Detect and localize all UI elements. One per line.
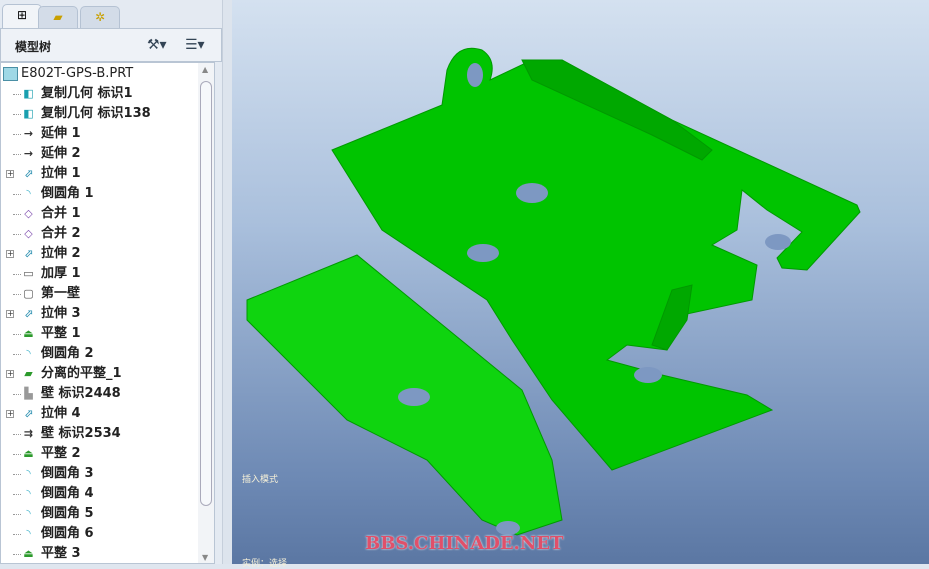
round-icon: ◝ — [26, 467, 31, 480]
round-icon: ◝ — [26, 507, 31, 520]
tab-folder-browser[interactable]: ▰ — [38, 6, 78, 28]
tree-root-label: E802T-GPS-B.PRT — [21, 66, 134, 81]
part-icon — [3, 67, 18, 81]
tree-item-label: 倒圆角 6 — [41, 526, 94, 541]
first-wall-icon: ▢ — [23, 287, 34, 300]
tree-connector — [13, 474, 21, 475]
tree-scrollbar[interactable]: ▲ ▼ — [198, 63, 214, 563]
expand-icon[interactable]: + — [6, 410, 14, 418]
scroll-down-icon[interactable]: ▼ — [202, 553, 208, 562]
merge-icon: ◇ — [24, 227, 33, 240]
extrude-icon: ⬀ — [23, 167, 34, 180]
watermark: BBS.CHINADE.NET — [365, 533, 564, 554]
extend-icon: → — [23, 127, 34, 140]
extrude-icon: ⬀ — [23, 407, 34, 420]
wall-flange-icon: ⇉ — [23, 427, 34, 440]
tree-item-label: 拉伸 2 — [41, 246, 81, 261]
tree-item-label: 倒圆角 5 — [41, 506, 94, 521]
tree-item-label: 延伸 2 — [41, 146, 81, 161]
expand-icon[interactable]: + — [6, 370, 14, 378]
scroll-thumb[interactable] — [200, 81, 212, 506]
scroll-up-icon[interactable]: ▲ — [202, 65, 208, 74]
folders-icon: ▰ — [53, 10, 63, 24]
expand-icon[interactable]: + — [6, 250, 14, 258]
tree-item-label: 延伸 1 — [41, 126, 81, 141]
tree-connector — [13, 354, 21, 355]
tree-item-label: 拉伸 3 — [41, 306, 81, 321]
tree-connector — [13, 134, 21, 135]
tree-item-label: 合并 2 — [41, 226, 81, 241]
tree-item-label: 拉伸 4 — [41, 406, 81, 421]
expand-icon[interactable]: + — [6, 310, 14, 318]
tree-item-label: 倒圆角 4 — [41, 486, 94, 501]
merge-icon: ◇ — [24, 207, 33, 220]
thicken-icon: ▭ — [23, 267, 34, 280]
tree-connector — [13, 234, 21, 235]
flat-icon: ⏏ — [23, 547, 34, 560]
tree-item-label: 复制几何 标识138 — [41, 106, 151, 121]
favorites-folder-icon: ✲ — [94, 10, 106, 24]
round-icon: ◝ — [26, 487, 31, 500]
tree-connector — [13, 274, 21, 275]
graphics-viewport[interactable]: 插入模式 实例：选择 BBS.CHINADE.NET — [232, 0, 929, 569]
round-icon: ◝ — [26, 527, 31, 540]
tree-connector — [13, 394, 21, 395]
extrude-icon: ⬀ — [23, 307, 34, 320]
tree-item-label: 加厚 1 — [41, 266, 81, 281]
tree-item-label: 分离的平整_1 — [41, 366, 122, 381]
flat-icon: ⏏ — [23, 447, 34, 460]
sheetmetal-part — [246, 47, 861, 536]
model-tree-panel: ⊞ ▰ ✲ 模型树 ⚒▾ ☰▾ E802T-GPS-B.PRT ◧ 复制几何 标识… — [0, 0, 222, 564]
tree-connector — [13, 534, 21, 535]
tree-item-label: 倒圆角 2 — [41, 346, 94, 361]
status-message-select: 实例：选择 — [242, 559, 288, 569]
unattached-flat-icon: ▰ — [24, 367, 33, 380]
tree-connector — [13, 494, 21, 495]
tree-connector — [13, 514, 21, 515]
tree-item-label: 平整 3 — [41, 546, 81, 561]
extend-icon: → — [23, 147, 34, 160]
tree-connector — [13, 194, 21, 195]
tree-connector — [13, 114, 21, 115]
panel-tabs: ⊞ ▰ ✲ — [0, 4, 222, 28]
tree-connector — [13, 554, 21, 555]
tree-connector — [13, 94, 21, 95]
expand-icon[interactable]: + — [6, 170, 14, 178]
tree-item-label: 合并 1 — [41, 206, 81, 221]
wall-icon: ▙ — [24, 387, 33, 400]
copy-geometry-icon: ◧ — [23, 107, 34, 120]
tree-item-label: 壁 标识2448 — [41, 386, 121, 401]
tree-connector — [13, 294, 21, 295]
tree-item-label: 倒圆角 1 — [41, 186, 94, 201]
status-message-mode: 插入模式 — [242, 475, 279, 485]
show-options-icon[interactable]: ☰▾ — [185, 37, 205, 53]
tree-item-label: 倒圆角 3 — [41, 466, 94, 481]
round-icon: ◝ — [26, 347, 31, 360]
tab-favorites[interactable]: ✲ — [80, 6, 120, 28]
tree-connector — [13, 334, 21, 335]
panel-title: 模型树 — [15, 40, 52, 54]
tree-item-label: 第一壁 — [41, 286, 81, 301]
tree-item-label: 壁 标识2534 — [41, 426, 121, 441]
flat-icon: ⏏ — [23, 327, 34, 340]
tree-connector — [13, 434, 21, 435]
extrude-icon: ⬀ — [23, 247, 34, 260]
settings-tools-icon[interactable]: ⚒▾ — [147, 37, 167, 53]
tree-connector — [13, 154, 21, 155]
tree-item-label: 平整 1 — [41, 326, 81, 341]
tree-item-label: 平整 2 — [41, 446, 81, 461]
tab-model-tree[interactable]: ⊞ — [2, 4, 42, 28]
round-icon: ◝ — [26, 187, 31, 200]
model-tree: E802T-GPS-B.PRT ◧ 复制几何 标识1 ◧ 复制几何 标识138 → 延伸 … — [0, 62, 215, 564]
tree-item-label: 拉伸 1 — [41, 166, 81, 181]
tree-connector — [13, 214, 21, 215]
panel-header: 模型树 ⚒▾ ☰▾ — [0, 28, 222, 62]
panel-splitter[interactable] — [222, 0, 232, 564]
tree-item-label: 复制几何 标识1 — [41, 86, 133, 101]
model-tree-icon: ⊞ — [16, 8, 28, 22]
tree-connector — [13, 454, 21, 455]
copy-geometry-icon: ◧ — [23, 87, 34, 100]
